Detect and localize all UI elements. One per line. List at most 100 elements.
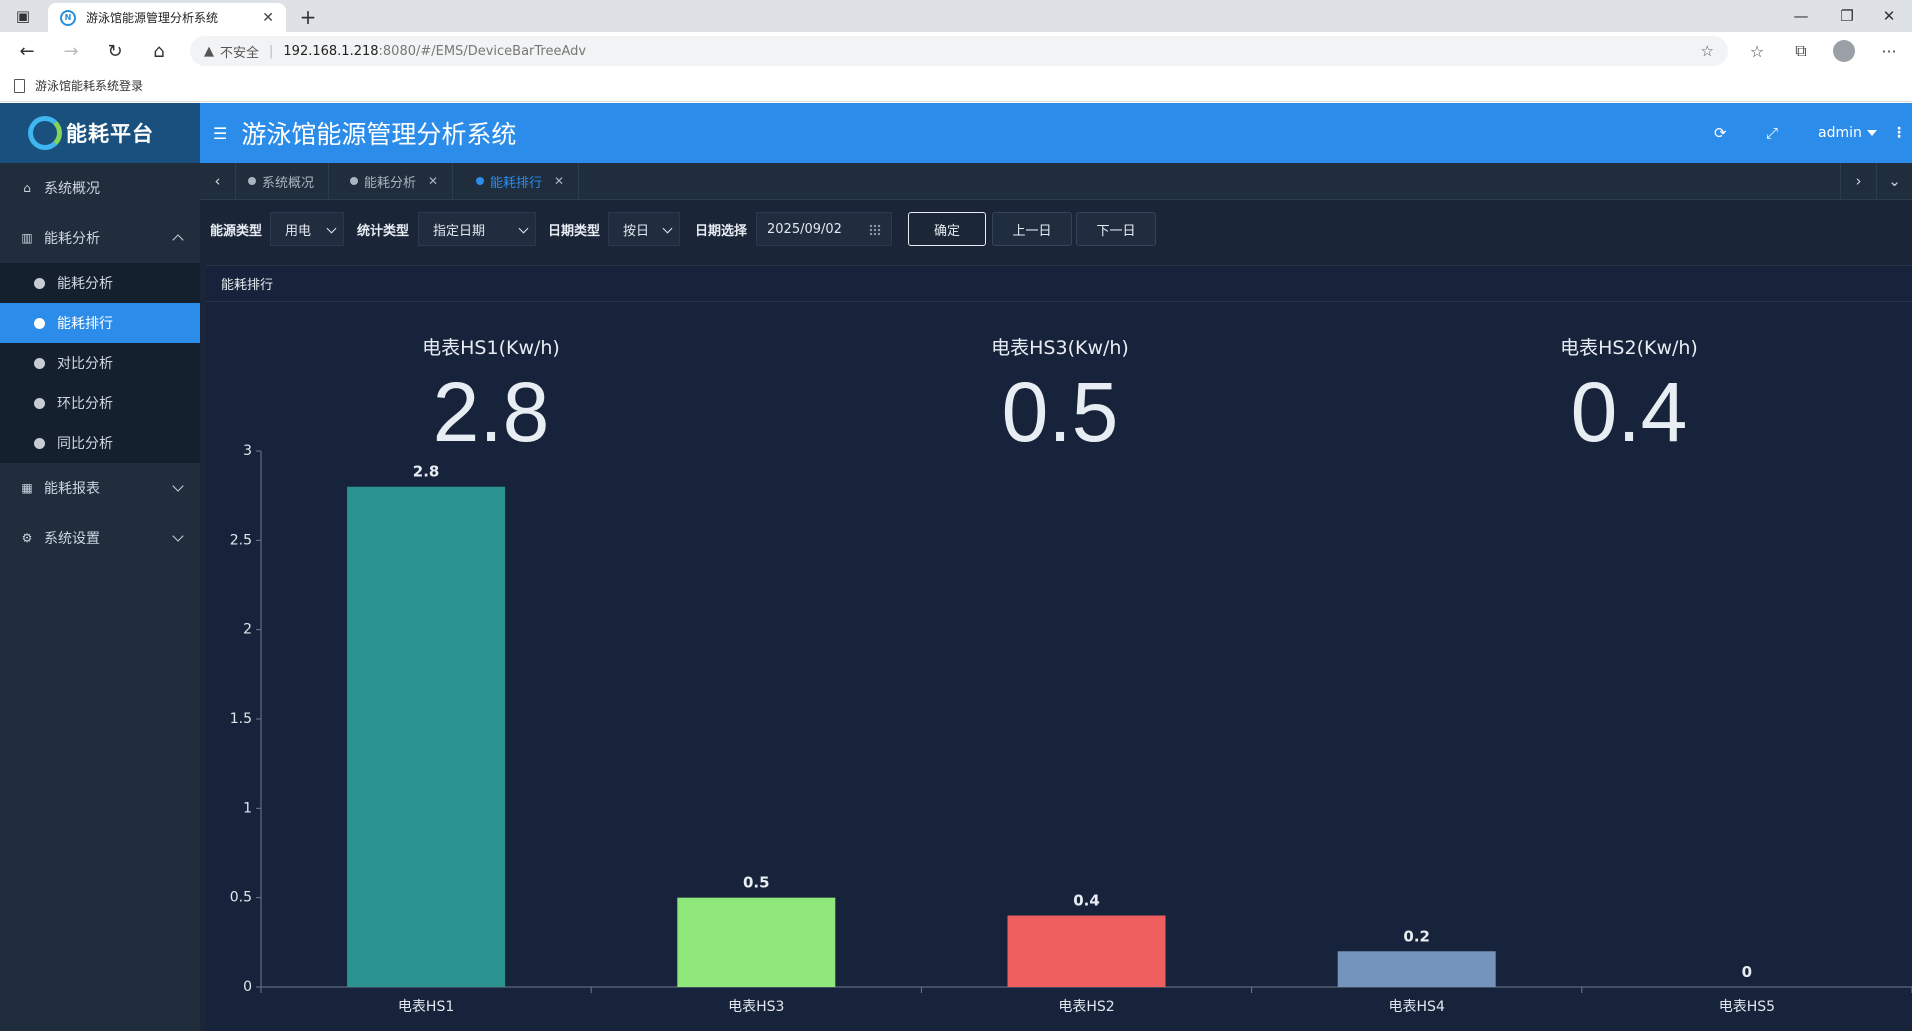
logo-ring-icon — [28, 116, 62, 150]
logo: 能耗平台 — [0, 103, 200, 163]
data-label: 0 — [1742, 963, 1752, 981]
bookmarks-bar: 游泳馆能耗系统登录 — [0, 70, 1912, 102]
energy-type-select[interactable]: 用电 — [270, 212, 344, 246]
sidebar-subitem-ranking[interactable]: 能耗排行 — [0, 303, 200, 343]
tab-overview[interactable]: 系统概况 — [236, 163, 330, 199]
sidebar-item-overview[interactable]: ⌂ 系统概况 — [0, 163, 200, 213]
kpi-title-1: 电表HS1(Kw/h) — [422, 337, 560, 359]
kpi-title-2: 电表HS3(Kw/h) — [991, 337, 1129, 359]
calendar-icon — [869, 224, 881, 236]
dot-icon — [34, 277, 45, 289]
warning-icon: ▲ — [204, 43, 214, 59]
header-more-icon[interactable]: ⋮ — [1892, 103, 1906, 163]
date-type-select[interactable]: 按日 — [608, 212, 680, 246]
x-tick-label: 电表HS5 — [1719, 999, 1775, 1015]
fullscreen-icon[interactable]: ⤢ — [1766, 103, 1778, 163]
address-bar-row: ← → ↻ ⌂ ▲ 不安全 | 192.168.1.218 :8080/#/EM… — [0, 32, 1912, 70]
data-label: 0.5 — [743, 874, 770, 892]
profile-avatar[interactable] — [1833, 40, 1855, 62]
forward-icon[interactable]: → — [56, 37, 86, 65]
date-input[interactable]: 2025/09/02 — [756, 212, 892, 246]
sidebar-item-label: 系统概况 — [44, 181, 100, 197]
add-favorite-icon[interactable]: ☆ — [1701, 42, 1714, 60]
sidebar-subitem-yoy[interactable]: 同比分析 — [0, 423, 200, 463]
prev-day-button[interactable]: 上一日 — [992, 212, 1072, 246]
address-input[interactable]: ▲ 不安全 | 192.168.1.218 :8080/#/EMS/Device… — [190, 36, 1728, 66]
sidebar-subitem-mom[interactable]: 环比分析 — [0, 383, 200, 423]
home-icon[interactable]: ⌂ — [144, 37, 174, 65]
chevron-down-icon — [518, 223, 529, 234]
y-tick-label: 3 — [243, 443, 252, 459]
tab-energy-ranking[interactable]: 能耗排行 ✕ — [464, 163, 580, 199]
panel-title: 能耗排行 — [206, 266, 1912, 302]
y-tick-label: 1 — [243, 800, 252, 816]
reload-icon[interactable]: ↻ — [100, 37, 130, 65]
chevron-down-icon — [662, 223, 673, 234]
table-icon: ▦ — [21, 481, 33, 495]
sidebar-subitem-analysis[interactable]: 能耗分析 — [0, 263, 200, 303]
back-icon[interactable]: ← — [12, 37, 42, 65]
close-tab-icon[interactable]: ✕ — [262, 10, 274, 26]
x-tick-label: 电表HS3 — [728, 999, 784, 1015]
sidebar-item-label: 能耗报表 — [44, 481, 100, 497]
restore-icon[interactable]: ❐ — [1824, 0, 1870, 32]
home-icon: ⌂ — [23, 181, 31, 195]
sidebar-item-settings[interactable]: ⚙ 系统设置 — [0, 513, 200, 563]
sidebar-subitem-compare[interactable]: 对比分析 — [0, 343, 200, 383]
stat-type-label: 统计类型 — [357, 224, 410, 239]
chevron-down-icon — [326, 223, 337, 234]
sidebar: ⌂ 系统概况 ▥ 能耗分析 能耗分析 能耗排行 对比分析 环比分析 同比分析 ▦… — [0, 163, 200, 1031]
page-icon — [14, 78, 25, 93]
y-tick-label: 1.5 — [230, 711, 252, 727]
energy-type-label: 能源类型 — [210, 224, 263, 239]
url-path: :8080/#/EMS/DeviceBarTreeAdv — [378, 43, 587, 59]
data-label: 0.2 — [1403, 927, 1430, 945]
logo-text: 能耗平台 — [66, 122, 154, 146]
y-tick-label: 2 — [243, 622, 252, 638]
dot-icon — [34, 317, 45, 329]
close-window-icon[interactable]: ✕ — [1866, 0, 1912, 32]
confirm-button[interactable]: 确定 — [908, 212, 986, 246]
next-day-button[interactable]: 下一日 — [1076, 212, 1156, 246]
menu-toggle-icon[interactable]: ☰ — [213, 124, 227, 143]
app-header: ☰ 游泳馆能源管理分析系统 ⟳ ⤢ admin ⋮ — [200, 103, 1912, 163]
tab-energy-analysis[interactable]: 能耗分析 ✕ — [338, 163, 454, 199]
x-tick-label: 电表HS1 — [398, 999, 454, 1015]
x-tick-label: 电表HS2 — [1058, 999, 1114, 1015]
tabs-dropdown-icon[interactable]: ⌄ — [1876, 163, 1912, 199]
minimize-icon[interactable]: — — [1778, 0, 1824, 32]
browser-tab[interactable]: N 游泳馆能源管理分析系统 ✕ — [48, 3, 286, 32]
stat-type-select[interactable]: 指定日期 — [418, 212, 536, 246]
favorites-icon[interactable]: ☆ — [1742, 37, 1772, 65]
bar-1 — [347, 486, 506, 987]
sidebar-item-energy-analysis[interactable]: ▥ 能耗分析 — [0, 213, 200, 263]
close-icon[interactable]: ✕ — [428, 174, 438, 188]
data-label: 0.4 — [1073, 892, 1100, 910]
kpi-title-3: 电表HS2(Kw/h) — [1560, 337, 1698, 359]
y-tick-label: 0 — [243, 979, 252, 995]
chevron-down-icon — [172, 530, 184, 542]
tab-actions-icon[interactable]: ▣ — [0, 0, 46, 32]
user-menu[interactable]: admin — [1818, 103, 1877, 163]
close-icon[interactable]: ✕ — [554, 174, 564, 188]
security-label: 不安全 — [220, 45, 260, 61]
site-favicon-icon: N — [60, 9, 76, 26]
submenu-energy-analysis: 能耗分析 能耗排行 对比分析 环比分析 同比分析 — [0, 263, 200, 463]
sidebar-item-reports[interactable]: ▦ 能耗报表 — [0, 463, 200, 513]
date-type-label: 日期类型 — [548, 224, 601, 239]
tabs-scroll-right-icon[interactable]: › — [1840, 163, 1876, 199]
bookmark-item[interactable]: 游泳馆能耗系统登录 — [35, 77, 143, 94]
refresh-icon[interactable]: ⟳ — [1714, 103, 1727, 163]
bar-chart-icon: ▥ — [21, 231, 33, 245]
chevron-up-icon — [172, 234, 184, 246]
y-tick-label: 0.5 — [230, 890, 252, 906]
tabs-scroll-left-icon[interactable]: ‹ — [200, 163, 236, 199]
sidebar-item-label: 系统设置 — [44, 531, 100, 547]
new-tab-icon[interactable]: + — [294, 3, 322, 31]
collections-icon[interactable]: ⧉ — [1786, 37, 1816, 65]
filter-bar: 能源类型 用电 统计类型 指定日期 日期类型 按日 日期选择 2025/09/0… — [200, 200, 1912, 260]
browser-tab-title: 游泳馆能源管理分析系统 — [86, 11, 219, 25]
caret-down-icon — [1866, 130, 1877, 136]
more-icon[interactable]: ··· — [1874, 37, 1904, 65]
y-tick-label: 2.5 — [230, 532, 252, 548]
